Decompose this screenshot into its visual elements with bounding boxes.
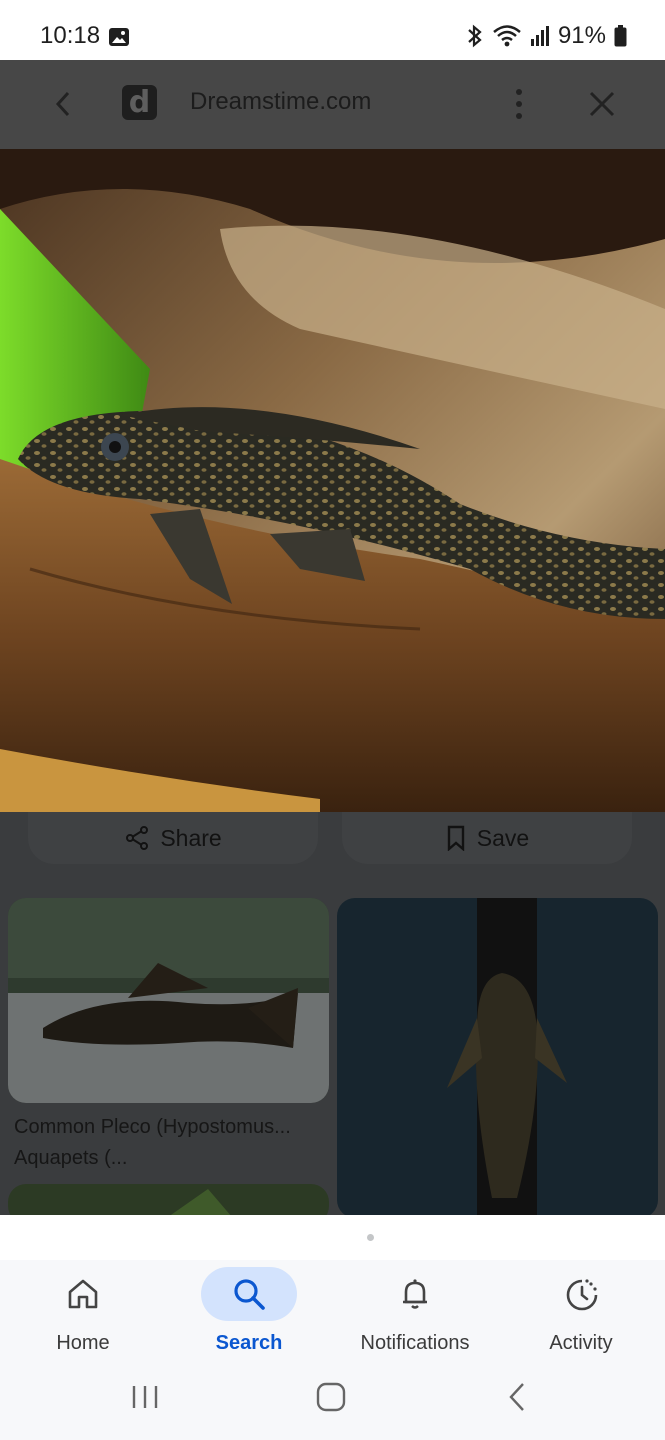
related-image-partial <box>8 1184 329 1215</box>
nav-notifications[interactable]: Notifications <box>332 1260 498 1370</box>
nav-activity-label: Activity <box>549 1332 613 1354</box>
share-icon <box>126 826 149 850</box>
image-viewer-overlay: d Dreamstime.com Share Save Common Pleco… <box>0 60 665 1215</box>
status-indicators: 91% <box>466 22 627 50</box>
related-image-card[interactable] <box>337 898 658 1215</box>
share-label: Share <box>160 824 222 851</box>
nav-home[interactable]: Home <box>0 1260 166 1370</box>
site-name[interactable]: Dreamstime.com <box>190 88 371 116</box>
wifi-icon <box>493 25 521 47</box>
page-dot <box>367 1234 374 1241</box>
search-icon <box>234 1279 265 1310</box>
viewer-header: d Dreamstime.com <box>0 60 665 149</box>
related-image-caption[interactable]: Common Pleco (Hypostomus... Aquapets (..… <box>14 1112 334 1174</box>
nav-activity[interactable]: Activity <box>498 1260 664 1370</box>
home-button-icon[interactable] <box>316 1382 346 1412</box>
related-image-title: Common Pleco (Hypostomus... <box>14 1116 291 1138</box>
nav-search-label: Search <box>215 1332 283 1354</box>
recent-apps-icon[interactable] <box>130 1382 160 1412</box>
bell-icon <box>403 1279 427 1309</box>
bookmark-icon <box>447 825 464 851</box>
status-bar: 10:18 91% <box>0 0 665 60</box>
related-image-card[interactable] <box>8 898 329 1103</box>
nav-notifications-label: Notifications <box>360 1332 470 1354</box>
nav-search[interactable]: Search <box>166 1260 332 1370</box>
more-options-icon[interactable] <box>508 86 530 122</box>
battery-percentage: 91% <box>557 22 606 49</box>
image-actions: Share Save <box>0 812 665 864</box>
status-time: 10:18 <box>40 22 101 49</box>
back-arrow-icon[interactable] <box>50 88 76 120</box>
related-image-card[interactable] <box>8 1184 329 1215</box>
related-image-pleco-glass <box>337 898 658 1215</box>
battery-icon <box>614 25 627 47</box>
close-icon[interactable] <box>588 90 616 118</box>
gallery-notification-icon <box>109 28 129 46</box>
bluetooth-icon <box>468 24 482 48</box>
main-image[interactable] <box>0 149 665 812</box>
signal-icon <box>530 26 549 46</box>
site-logo: d <box>122 85 157 120</box>
home-icon <box>68 1279 98 1309</box>
save-label: Save <box>476 824 530 851</box>
save-button[interactable]: Save <box>342 812 632 864</box>
back-button-icon[interactable] <box>505 1382 531 1412</box>
activity-icon <box>566 1279 598 1311</box>
nav-home-label: Home <box>56 1332 110 1354</box>
system-navigation-bar <box>0 1370 665 1440</box>
related-image-source: Aquapets (... <box>14 1147 128 1169</box>
share-button[interactable]: Share <box>28 812 318 864</box>
related-image-pleco-gravel <box>8 898 329 1103</box>
bottom-navigation: Home Search Notifications Activity <box>0 1260 665 1370</box>
